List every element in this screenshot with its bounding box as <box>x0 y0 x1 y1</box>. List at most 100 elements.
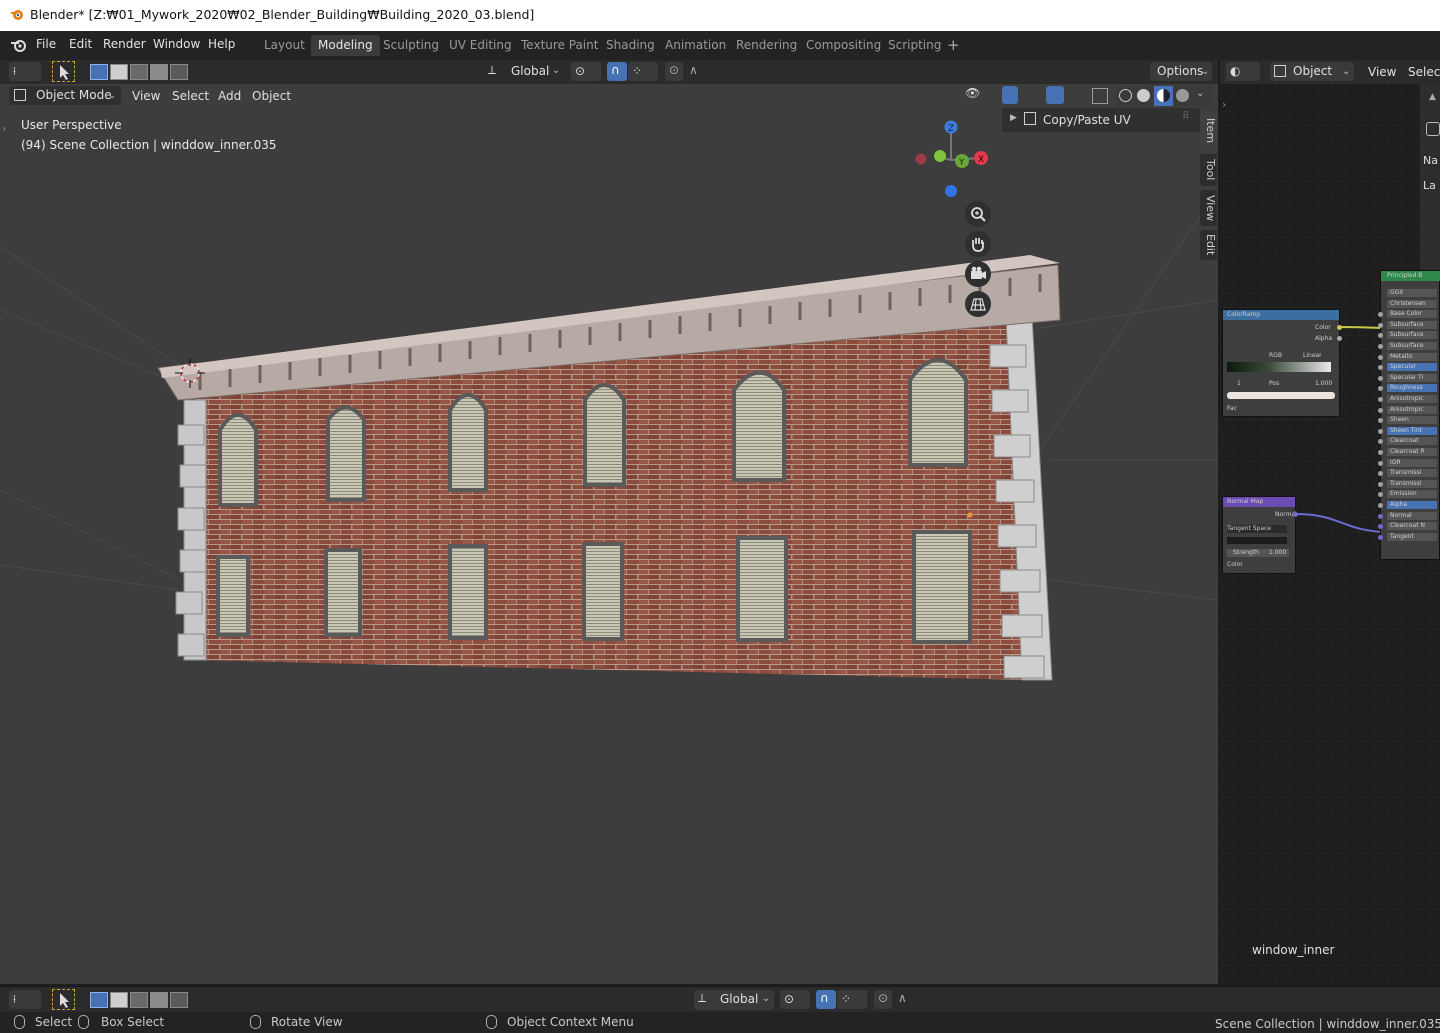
principled-input-socket[interactable] <box>1378 386 1383 392</box>
tab-scripting[interactable]: Scripting <box>881 35 948 56</box>
menu-help[interactable]: Help <box>208 37 235 51</box>
axis-gizmo-icon[interactable]: Z X Y <box>910 115 990 200</box>
select-intersect-icon[interactable] <box>170 64 188 80</box>
panel-expand-icon[interactable]: ▶ <box>1010 113 1017 123</box>
sidebar-tab-tool[interactable]: Tool <box>1200 154 1217 186</box>
colorramp-interp[interactable]: Linear <box>1303 352 1322 359</box>
principled-row[interactable]: Specular Ti <box>1378 373 1437 382</box>
chevron-down-icon[interactable] <box>1196 85 1204 99</box>
principled-row[interactable]: Subsurface <box>1378 331 1437 340</box>
colorramp-index[interactable]: 1 <box>1237 380 1241 387</box>
principled-input-socket[interactable] <box>1378 428 1383 434</box>
overlay-toggle[interactable] <box>1044 86 1082 105</box>
bottom-pivot-dropdown[interactable]: ⊙ <box>780 990 810 1009</box>
select-subtract-icon[interactable] <box>130 992 148 1008</box>
principled-row[interactable]: Subsurface <box>1378 320 1437 329</box>
wireframe-shading-icon[interactable] <box>1119 89 1132 102</box>
select-invert-icon[interactable] <box>150 64 168 80</box>
principled-input-socket[interactable] <box>1378 534 1383 540</box>
select-extend-icon[interactable] <box>110 992 128 1008</box>
active-tool-button[interactable] <box>52 61 75 82</box>
select-subtract-icon[interactable] <box>130 64 148 80</box>
copy-paste-uv-panel[interactable]: ▶ Copy/Paste UV ⠿ <box>1002 108 1200 132</box>
principled-input-socket[interactable] <box>1378 524 1383 530</box>
normalmap-uv-field[interactable] <box>1227 537 1287 544</box>
socket-color-out[interactable] <box>1337 325 1342 330</box>
menu-window[interactable]: Window <box>153 37 200 51</box>
node-menu-select[interactable]: Select <box>1408 65 1440 79</box>
snap-element-dropdown[interactable]: ⁘ <box>628 62 658 81</box>
tab-shading[interactable]: Shading <box>599 35 662 56</box>
principled-row[interactable]: Clearcoat N <box>1378 522 1437 531</box>
principled-row[interactable]: Christensen <box>1387 299 1437 308</box>
editor-type-dropdown[interactable]: ◐ <box>1226 62 1260 81</box>
principled-row[interactable]: Roughness <box>1378 384 1437 393</box>
select-new-icon[interactable] <box>90 64 108 80</box>
node-menu-view[interactable]: View <box>1368 65 1396 79</box>
principled-input-socket[interactable] <box>1378 397 1383 402</box>
add-workspace-icon[interactable]: + <box>947 36 960 54</box>
select-new-icon[interactable] <box>90 992 108 1008</box>
falloff-dropdown[interactable]: ∧ <box>686 62 716 81</box>
shader-node-editor[interactable]: › ▶ ▲ Na La ColorRamp Color Alpha RGB Li… <box>1220 60 1440 984</box>
principled-input-socket[interactable] <box>1378 291 1383 296</box>
snap-toggle[interactable]: ∩ <box>607 62 627 81</box>
node-sidebar-icon[interactable] <box>1426 122 1440 136</box>
principled-input-socket[interactable] <box>1378 503 1383 508</box>
principled-row[interactable]: GGX <box>1387 289 1437 297</box>
principled-row[interactable]: Transmissi <box>1378 479 1437 488</box>
normalmap-strength-field[interactable]: Strength 1.000 <box>1227 549 1289 557</box>
colorramp-pos-value[interactable]: 1.000 <box>1315 380 1332 387</box>
solid-shading-icon[interactable] <box>1137 89 1150 102</box>
principled-input-socket[interactable] <box>1378 302 1383 307</box>
3d-viewport[interactable]: User Perspective (94) Scene Collection |… <box>0 60 1218 984</box>
visibility-dropdown[interactable]: 👁 <box>963 86 995 105</box>
tab-sculpting[interactable]: Sculpting <box>376 35 446 56</box>
zoom-view-button[interactable] <box>965 201 991 227</box>
select-invert-icon[interactable] <box>150 992 168 1008</box>
select-intersect-icon[interactable] <box>170 992 188 1008</box>
toolbar-expand-icon[interactable]: › <box>2 122 6 135</box>
shading-mode-buttons[interactable] <box>1116 86 1212 106</box>
gizmo-toggle[interactable] <box>1000 86 1038 105</box>
options-dropdown[interactable]: Options <box>1150 62 1212 81</box>
pan-view-button[interactable] <box>965 231 991 257</box>
perspective-toggle-button[interactable] <box>965 291 991 317</box>
principled-row[interactable]: Emission <box>1378 490 1437 499</box>
bottom-proportional-toggle[interactable]: ⊙ <box>874 990 892 1009</box>
sidebar-tab-view[interactable]: View <box>1200 190 1217 226</box>
blender-menu-icon[interactable] <box>10 37 28 53</box>
tab-uv-editing[interactable]: UV Editing <box>442 35 519 56</box>
principled-row[interactable]: Clearcoat R <box>1378 448 1437 456</box>
bottom-active-tool[interactable] <box>52 989 75 1010</box>
principled-input-socket[interactable] <box>1378 450 1383 455</box>
viewport-menu-add[interactable]: Add <box>218 89 241 103</box>
normalmap-space-dropdown[interactable]: Tangent Space <box>1227 525 1287 533</box>
material-preview-active[interactable] <box>1154 86 1173 106</box>
viewport-menu-view[interactable]: View <box>132 89 160 103</box>
principled-input-socket[interactable] <box>1378 492 1383 498</box>
navigation-gizmo[interactable]: Z X Y <box>910 115 990 200</box>
colorramp-header[interactable]: ColorRamp <box>1223 310 1339 320</box>
bottom-selection-modes[interactable] <box>90 992 188 1009</box>
principled-row[interactable]: Normal <box>1378 511 1437 520</box>
viewport-menu-object[interactable]: Object <box>252 89 291 103</box>
principled-row[interactable]: Base Color <box>1378 310 1437 319</box>
principled-row[interactable]: Anisotropic <box>1378 395 1437 403</box>
principled-input-socket[interactable] <box>1378 460 1383 466</box>
tab-texture-paint[interactable]: Texture Paint <box>514 35 605 56</box>
principled-input-socket[interactable] <box>1378 375 1383 381</box>
principled-input-socket[interactable] <box>1378 407 1383 413</box>
tab-rendering[interactable]: Rendering <box>729 35 804 56</box>
principled-row[interactable]: Sheen Tint <box>1378 426 1437 435</box>
menu-render[interactable]: Render <box>103 37 146 51</box>
drag-handle-icon[interactable]: ⠿ <box>1182 111 1189 122</box>
sidebar-tab-edit[interactable]: Edit <box>1200 230 1217 260</box>
socket-normal-out[interactable] <box>1293 512 1298 517</box>
principled-input-socket[interactable] <box>1378 354 1383 360</box>
menu-file[interactable]: File <box>36 37 56 51</box>
principled-input-socket[interactable] <box>1378 344 1383 349</box>
principled-row[interactable]: Specular <box>1378 363 1437 372</box>
principled-row[interactable]: Metallic <box>1378 352 1437 361</box>
tab-layout[interactable]: Layout <box>257 35 312 56</box>
